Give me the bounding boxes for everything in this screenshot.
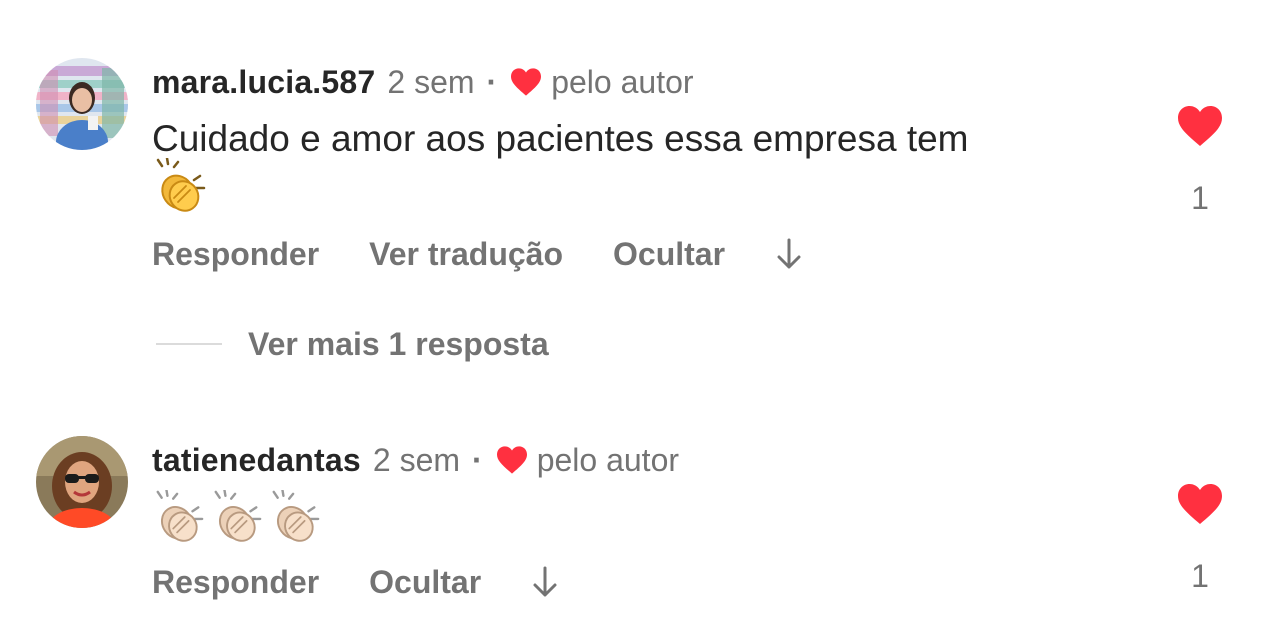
username[interactable]: tatienedantas bbox=[152, 442, 361, 479]
avatar[interactable] bbox=[36, 58, 128, 150]
view-more-replies-label: Ver mais 1 resposta bbox=[248, 325, 549, 362]
clapping-hands-emoji-light bbox=[272, 490, 320, 542]
comment-header: mara.lucia.587 2 sem · pelo autor bbox=[152, 62, 694, 102]
timestamp: 2 sem bbox=[387, 63, 475, 100]
emoji-row bbox=[152, 490, 322, 544]
separator-dot: · bbox=[486, 63, 498, 100]
heart-icon bbox=[511, 68, 542, 96]
translate-button[interactable]: Ver tradução bbox=[369, 236, 563, 273]
hide-button[interactable]: Ocultar bbox=[369, 564, 481, 601]
timestamp: 2 sem bbox=[372, 441, 461, 478]
view-more-replies-button[interactable]: Ver mais 1 resposta bbox=[156, 322, 549, 366]
comment-item: tatienedantas 2 sem · pelo autor Respond… bbox=[0, 420, 1280, 640]
emoji-row bbox=[152, 158, 208, 214]
username[interactable]: mara.lucia.587 bbox=[152, 64, 375, 101]
separator-dot: · bbox=[472, 441, 483, 478]
comment-item: mara.lucia.587 2 sem · pelo autor Cuidad… bbox=[0, 0, 1280, 300]
heart-icon bbox=[496, 446, 527, 474]
reply-button[interactable]: Responder bbox=[152, 564, 319, 601]
clapping-hands-emoji-light bbox=[156, 490, 204, 542]
arrow-down-icon[interactable] bbox=[531, 565, 559, 599]
divider-line bbox=[156, 343, 222, 345]
liked-by-author-label: pelo autor bbox=[536, 441, 680, 478]
like-heart-icon[interactable] bbox=[1175, 482, 1225, 526]
clapping-hands-emoji bbox=[156, 158, 206, 212]
like-count: 1 bbox=[1191, 180, 1209, 216]
like-heart-icon[interactable] bbox=[1175, 104, 1225, 148]
clapping-hands-emoji-light bbox=[214, 490, 262, 542]
comment-header: tatienedantas 2 sem · pelo autor bbox=[152, 440, 679, 480]
comment-text: Cuidado e amor aos pacientes essa empres… bbox=[152, 118, 969, 159]
reply-button[interactable]: Responder bbox=[152, 236, 319, 273]
avatar[interactable] bbox=[36, 436, 128, 528]
arrow-down-icon[interactable] bbox=[775, 237, 803, 271]
comment-actions: Responder Ver tradução Ocultar bbox=[152, 232, 803, 276]
like-count: 1 bbox=[1191, 558, 1209, 594]
hide-button[interactable]: Ocultar bbox=[613, 236, 725, 273]
like-area: 1 bbox=[1172, 482, 1228, 595]
liked-by-author-label: pelo autor bbox=[551, 63, 694, 100]
comment-actions: Responder Ocultar bbox=[152, 560, 559, 604]
like-area: 1 bbox=[1172, 104, 1228, 217]
